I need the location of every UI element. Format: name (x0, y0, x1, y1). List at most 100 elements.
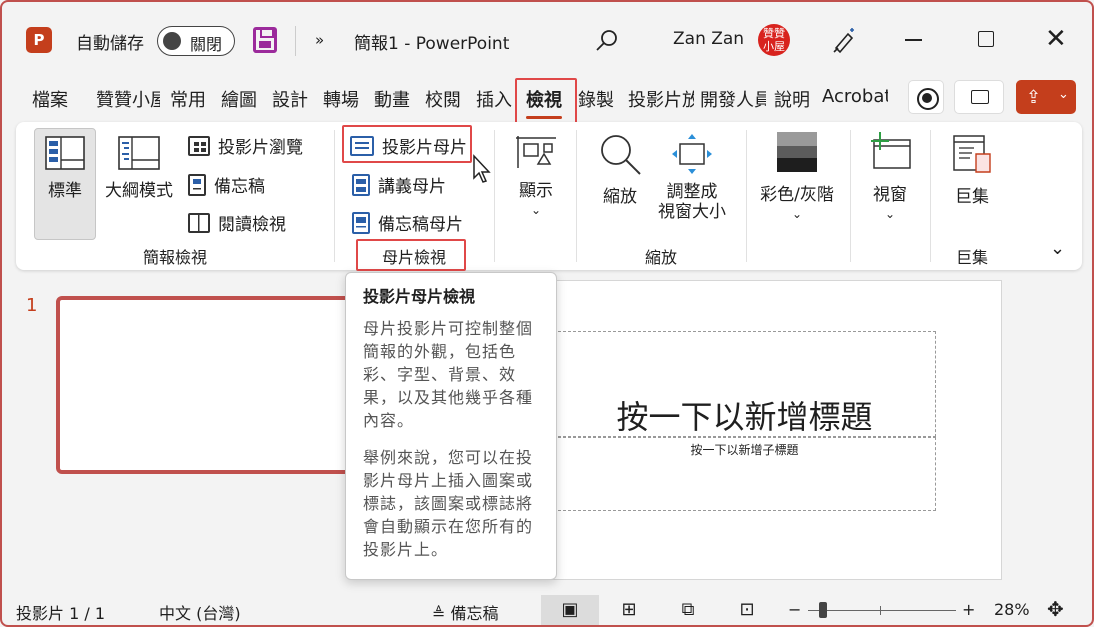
fit-to-window-icon (672, 134, 712, 174)
reading-view-status-icon[interactable]: ⧉ (659, 595, 717, 625)
comments-button[interactable] (954, 80, 1004, 114)
zoom-in-button[interactable]: + (962, 600, 975, 619)
tab-view[interactable]: 檢視 (526, 86, 562, 119)
designer-pen-icon[interactable] (830, 26, 858, 54)
tab-file[interactable]: 檔案 (32, 86, 68, 112)
normal-view-icon (45, 136, 85, 170)
normal-view[interactable]: 標準 (34, 136, 96, 201)
tab-record[interactable]: 錄製 (578, 86, 614, 112)
zoom-level[interactable]: 28% (994, 600, 1030, 619)
slide-sorter-button[interactable]: 投影片瀏覽 (188, 133, 303, 158)
title-placeholder[interactable]: 按一下以新增標題 (553, 331, 936, 437)
mouse-cursor-icon (473, 154, 491, 183)
outline-view-label: 大綱模式 (105, 181, 173, 201)
close-icon[interactable]: ✕ (1045, 26, 1067, 52)
slide-thumbnail[interactable] (56, 296, 376, 474)
tab-animations[interactable]: 動畫 (374, 86, 410, 112)
macros-button[interactable]: 巨集 (942, 132, 1002, 207)
subtitle-placeholder[interactable]: 按一下以新增子標題 (553, 437, 936, 511)
zoom-label: 縮放 (603, 187, 637, 207)
more-commands-icon[interactable]: » (315, 31, 324, 49)
zoom-slider-midmark (880, 606, 881, 615)
outline-view-icon (118, 136, 160, 170)
tab-zanzan[interactable]: 贊贊小屋 (96, 86, 160, 112)
zoom-slider-handle[interactable] (819, 602, 827, 618)
chevron-down-icon: ⌄ (1058, 87, 1069, 102)
ribbon-panel: 標準 大綱模式 投影片瀏覽 備忘稿 閱讀檢視 簡報檢視 投影片母片 講義母片 備… (16, 122, 1082, 270)
maximize-icon[interactable] (978, 31, 994, 47)
chevron-down-icon: ⌄ (530, 203, 542, 217)
fit-to-window-button[interactable]: 調整成 視窗大小 (654, 132, 730, 222)
tab-transitions[interactable]: 轉場 (323, 86, 359, 112)
toggle-knob (163, 32, 181, 50)
notes-label: 備忘稿 (450, 604, 499, 623)
tab-acrobat[interactable]: Acrobat (822, 86, 888, 107)
tab-help[interactable]: 說明 (774, 86, 810, 112)
autosave-state: 關閉 (190, 35, 223, 54)
zoom-slider[interactable] (808, 610, 956, 611)
color-grayscale-label: 彩色/灰階 (760, 185, 834, 205)
tab-slideshow[interactable]: 投影片放映 (628, 86, 694, 112)
slide-master-button[interactable]: 投影片母片 (350, 133, 467, 158)
group-divider (930, 130, 931, 262)
group-label-macros: 巨集 (955, 248, 988, 267)
zoom-out-button[interactable]: − (788, 600, 801, 619)
handout-master-button[interactable]: 講義母片 (352, 172, 446, 197)
collapse-ribbon-icon[interactable]: ⌄ (1050, 238, 1065, 259)
slideshow-status-icon[interactable]: ⊡ (718, 595, 776, 625)
notes-page-button[interactable]: 備忘稿 (188, 172, 265, 197)
fit-slide-icon[interactable]: ✥ (1047, 597, 1064, 621)
divider (295, 26, 296, 56)
window-button[interactable]: 視窗 ⌄ (860, 130, 920, 221)
color-grayscale-button[interactable]: 彩色/灰階 ⌄ (752, 130, 842, 221)
tab-developer[interactable]: 開發人員 (700, 86, 766, 112)
status-bar: 投影片 1 / 1 中文 (台灣) ≜ 備忘稿 ▣ ⊞ ⧉ ⊡ − + 28% … (2, 592, 1092, 625)
reading-view-button[interactable]: 閱讀檢視 (188, 210, 286, 235)
share-icon: ⇪ (1026, 87, 1042, 108)
record-button[interactable] (908, 80, 944, 114)
slide-count: 投影片 1 / 1 (16, 604, 106, 623)
normal-view-status-icon[interactable]: ▣ (541, 595, 599, 625)
macros-icon (953, 135, 991, 173)
tab-insert[interactable]: 插入 (476, 86, 512, 112)
tab-draw[interactable]: 繪圖 (221, 86, 257, 112)
show-button[interactable]: 顯示 ⌄ (506, 134, 566, 217)
new-window-icon (871, 132, 911, 169)
slide-number: 1 (26, 295, 38, 316)
slide-master-tooltip: 投影片母片檢視 母片投影片可控制整個簡報的外觀，包括色彩、字型、背景、效果，以及… (345, 272, 557, 580)
minimize-icon[interactable] (905, 39, 922, 41)
ribbon-tabs: 檔案 贊贊小屋 常用 繪圖 設計 轉場 動畫 校閱 插入 檢視 錄製 投影片放映… (2, 76, 907, 120)
zoom-button[interactable]: 縮放 (590, 132, 650, 207)
autosave-toggle[interactable]: 關閉 (157, 26, 235, 56)
search-icon[interactable] (594, 28, 620, 54)
outline-view[interactable]: 大綱模式 (100, 136, 178, 201)
fit-label-line1: 調整成 (666, 182, 718, 202)
avatar[interactable]: 贊贊小屋 (758, 24, 790, 56)
slide-master-label: 投影片母片 (382, 138, 467, 158)
chevron-down-icon: ⌄ (884, 207, 896, 221)
notes-toggle[interactable]: ≜ 備忘稿 (432, 600, 499, 624)
save-icon[interactable] (253, 27, 277, 53)
group-label-zoom: 縮放 (644, 248, 677, 267)
user-name[interactable]: Zan Zan (673, 29, 744, 49)
tab-review[interactable]: 校閱 (425, 86, 461, 112)
tooltip-paragraph: 舉例來說，您可以在投影片母片上插入圖案或標誌，該圖案或標誌將會自動顯示在您所有的… (363, 448, 534, 559)
color-grayscale-icon (777, 132, 817, 172)
autosave-label: 自動儲存 (76, 34, 144, 54)
slide-sorter-status-icon[interactable]: ⊞ (600, 595, 658, 625)
macros-label: 巨集 (955, 187, 989, 207)
title-placeholder-text: 按一下以新增標題 (616, 398, 873, 436)
language-indicator[interactable]: 中文 (台灣) (159, 600, 241, 624)
powerpoint-window: P 自動儲存 關閉 » 簡報1 - PowerPoint Zan Zan 贊贊小… (0, 0, 1094, 627)
share-button[interactable]: ⇪ ⌄ (1016, 80, 1076, 114)
tooltip-title: 投影片母片檢視 (363, 287, 476, 306)
notes-icon: ≜ (432, 604, 446, 623)
reading-view-icon (188, 212, 210, 233)
slide-master-icon (350, 135, 374, 156)
notes-master-button[interactable]: 備忘稿母片 (352, 210, 463, 235)
tooltip-body: 母片投影片可控制整個簡報的外觀，包括色彩、字型、背景、效果，以及其他幾乎各種內容… (363, 317, 540, 561)
tab-design[interactable]: 設計 (272, 86, 308, 112)
tab-home[interactable]: 常用 (170, 86, 206, 112)
handout-master-label: 講義母片 (378, 177, 446, 197)
notes-master-label: 備忘稿母片 (378, 215, 463, 235)
